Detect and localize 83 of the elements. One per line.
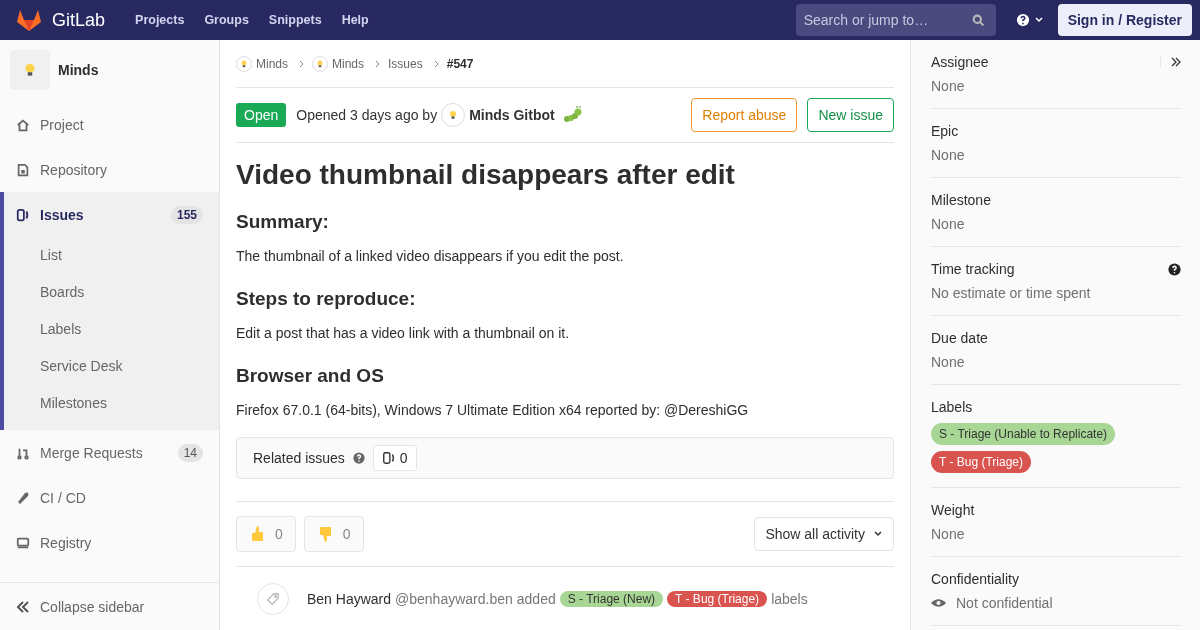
paragraph: Edit a post that has a video link with a thumbnail on it. — [236, 325, 571, 341]
note-text: added — [516, 591, 556, 607]
double-chevron-icon — [16, 600, 30, 613]
caterpillar-icon — [562, 106, 583, 124]
brand-name[interactable]: GitLab — [52, 9, 106, 31]
sidebar-subitem[interactable]: List — [4, 237, 219, 274]
thumbs-up-icon — [249, 524, 265, 544]
breadcrumb-link[interactable]: Minds — [256, 56, 288, 71]
sidebar-item[interactable]: Repository — [4, 147, 219, 192]
sidebar-subitem[interactable]: Labels — [4, 311, 219, 348]
sidebar-block-title: Weight — [931, 502, 975, 518]
chevron-icon — [299, 59, 305, 68]
sidebar-item[interactable]: Registry — [4, 520, 219, 565]
sidebar-block-title: Confidentiality — [931, 571, 1019, 587]
note-text: labels — [771, 591, 808, 607]
sidebar-block-value: None — [931, 354, 966, 370]
section-heading: Summary: — [236, 211, 330, 233]
sidebar-item[interactable]: Merge Requests 14 — [4, 430, 219, 475]
sidebar-subitem[interactable]: Milestones — [4, 385, 219, 422]
nav-link[interactable]: Groups — [204, 13, 249, 27]
project-name[interactable]: Minds — [58, 62, 99, 78]
caret-icon — [873, 529, 883, 539]
eye-icon — [931, 598, 946, 608]
nav-link[interactable]: Projects — [135, 13, 185, 27]
sidebar-item[interactable]: Issues 155 — [4, 192, 219, 237]
label-tag[interactable]: T - Bug (Triage) — [931, 451, 1032, 473]
section-heading: Browser and OS — [236, 365, 385, 387]
sidebar-block-title: Assignee — [931, 54, 989, 70]
chevron-icon — [375, 59, 382, 68]
server-icon — [16, 535, 30, 550]
breadcrumb-link[interactable]: #547 — [446, 56, 474, 71]
breadcrumb-link[interactable]: Minds — [332, 56, 365, 71]
collapse-icon[interactable] — [1160, 57, 1181, 67]
count-badge: 14 — [177, 443, 203, 462]
sidebar-block-value: None — [931, 78, 966, 94]
count-badge: 155 — [170, 205, 203, 224]
related-count-badge: 0 — [372, 445, 417, 471]
status-badge: Open — [236, 103, 287, 127]
paragraph: The thumbnail of a linked video disappears if you edit the post. — [236, 248, 625, 264]
caret-icon — [1033, 15, 1044, 25]
sidebar-item[interactable]: Project — [4, 102, 219, 147]
sidebar-item[interactable]: CI / CD — [4, 475, 219, 520]
help-icon[interactable] — [1168, 262, 1181, 276]
thumbs-down-button[interactable]: 0 — [303, 516, 364, 552]
sidebar-block-title: Due date — [931, 330, 988, 346]
nav-link[interactable]: Help — [341, 13, 369, 27]
opened-text: Opened 3 days ago by — [296, 107, 438, 123]
activity-filter-dropdown[interactable]: Show all activity — [754, 517, 894, 551]
sidebar-block-title: Labels — [931, 399, 973, 415]
issue-title: Video thumbnail disappears after edit — [236, 159, 736, 191]
sidebar-subitem[interactable]: Service Desk — [4, 348, 219, 385]
help-icon — [1015, 13, 1030, 27]
sidebar-block-value: Not confidential — [956, 595, 1053, 611]
section-heading: Steps to reproduce: — [236, 288, 417, 310]
user-handle: @benhayward.ben — [395, 591, 513, 607]
new-issue-button[interactable]: New issue — [807, 98, 894, 132]
sidebar-block-value: None — [931, 216, 966, 232]
label-tag[interactable]: T - Bug (Triage) — [667, 591, 768, 607]
paragraph: Firefox 67.0.1 (64-bits), Windows 7 Ultimate Edition x64 reported by: @DereshiGG — [236, 402, 750, 418]
sidebar-block-value: No estimate or time spent — [931, 285, 1092, 301]
search-field[interactable]: Search or jump to… — [795, 4, 996, 36]
sidebar-block-value: None — [931, 147, 966, 163]
fox-logo-icon[interactable] — [16, 8, 42, 32]
chevron-icon — [433, 59, 440, 68]
label-tag[interactable]: S - Triage (New) — [559, 591, 664, 607]
sign-in-button[interactable]: Sign in / Register — [1057, 4, 1192, 36]
breadcrumb-link[interactable]: Issues — [388, 56, 423, 71]
sidebar-subitem[interactable]: Boards — [4, 274, 219, 311]
search-icon — [971, 14, 985, 27]
label-tag[interactable]: S - Triage (Unable to Replicate) — [931, 423, 1116, 445]
thumbs-up-button[interactable]: 0 — [236, 516, 296, 552]
sidebar-block-title: Time tracking — [931, 261, 1015, 277]
related-issues-label: Related issues — [253, 450, 345, 466]
document-icon — [16, 162, 30, 177]
user-name[interactable]: Ben Hayward — [307, 591, 392, 607]
sidebar-block-title: Epic — [931, 123, 959, 139]
tag-icon — [266, 592, 280, 606]
sidebar-block-title: Milestone — [931, 192, 991, 208]
issues-icon — [16, 207, 30, 222]
nav-link[interactable]: Snippets — [268, 13, 322, 27]
author-link[interactable]: Minds Gitbot — [469, 107, 555, 123]
sidebar-block-value: None — [931, 526, 966, 542]
home-icon — [16, 117, 30, 132]
